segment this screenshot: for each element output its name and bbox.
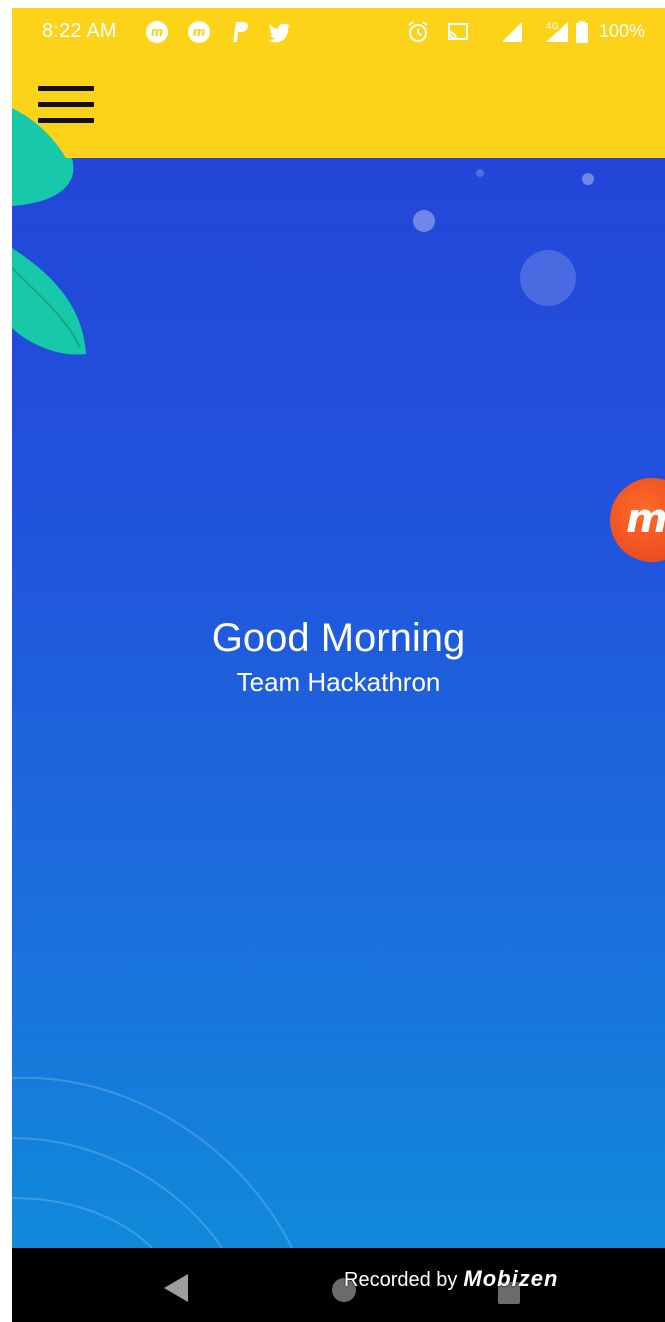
mobizen-icon: m [146,21,168,43]
greeting: Good Morning Team Hackathron [12,613,665,699]
status-time: 8:22 AM [42,20,117,42]
cast-icon [448,23,468,40]
home-background: Good Morning Team Hackathron m [12,158,665,1248]
alarm-icon [408,21,428,42]
mobizen-brand-logo: Mobizen [463,1266,559,1291]
battery-percent: 100% [598,21,645,41]
navigation-bar: Recorded by Mobizen [12,1248,665,1322]
paypal-icon [233,22,248,42]
mobizen-icon: m [188,21,210,43]
twitter-icon [268,23,290,43]
menu-button[interactable] [38,86,96,130]
svg-text:m: m [151,25,164,39]
greeting-title: Good Morning [211,616,466,660]
svg-text:m: m [193,25,206,39]
network-type-label: 4G [546,22,559,32]
app-bar: 8:22 AM m m 4G 100% [12,8,665,158]
signal-4g-icon: 4G [546,22,568,42]
recording-watermark: Recorded by Mobizen [344,1266,558,1292]
hamburger-menu-icon [38,86,94,91]
team-name: Team Hackathron [236,667,441,697]
phone-screen: 8:22 AM m m 4G 100% Good Morning Team Ha… [12,8,665,1322]
battery-icon [576,21,588,43]
mobizen-logo-icon: m [626,496,665,542]
status-bar: 8:22 AM m m 4G 100% [12,8,665,58]
back-icon[interactable] [162,1272,190,1304]
background-decoration [12,158,594,1248]
recorded-by-label: Recorded by [344,1269,458,1291]
signal-icon [502,22,522,42]
